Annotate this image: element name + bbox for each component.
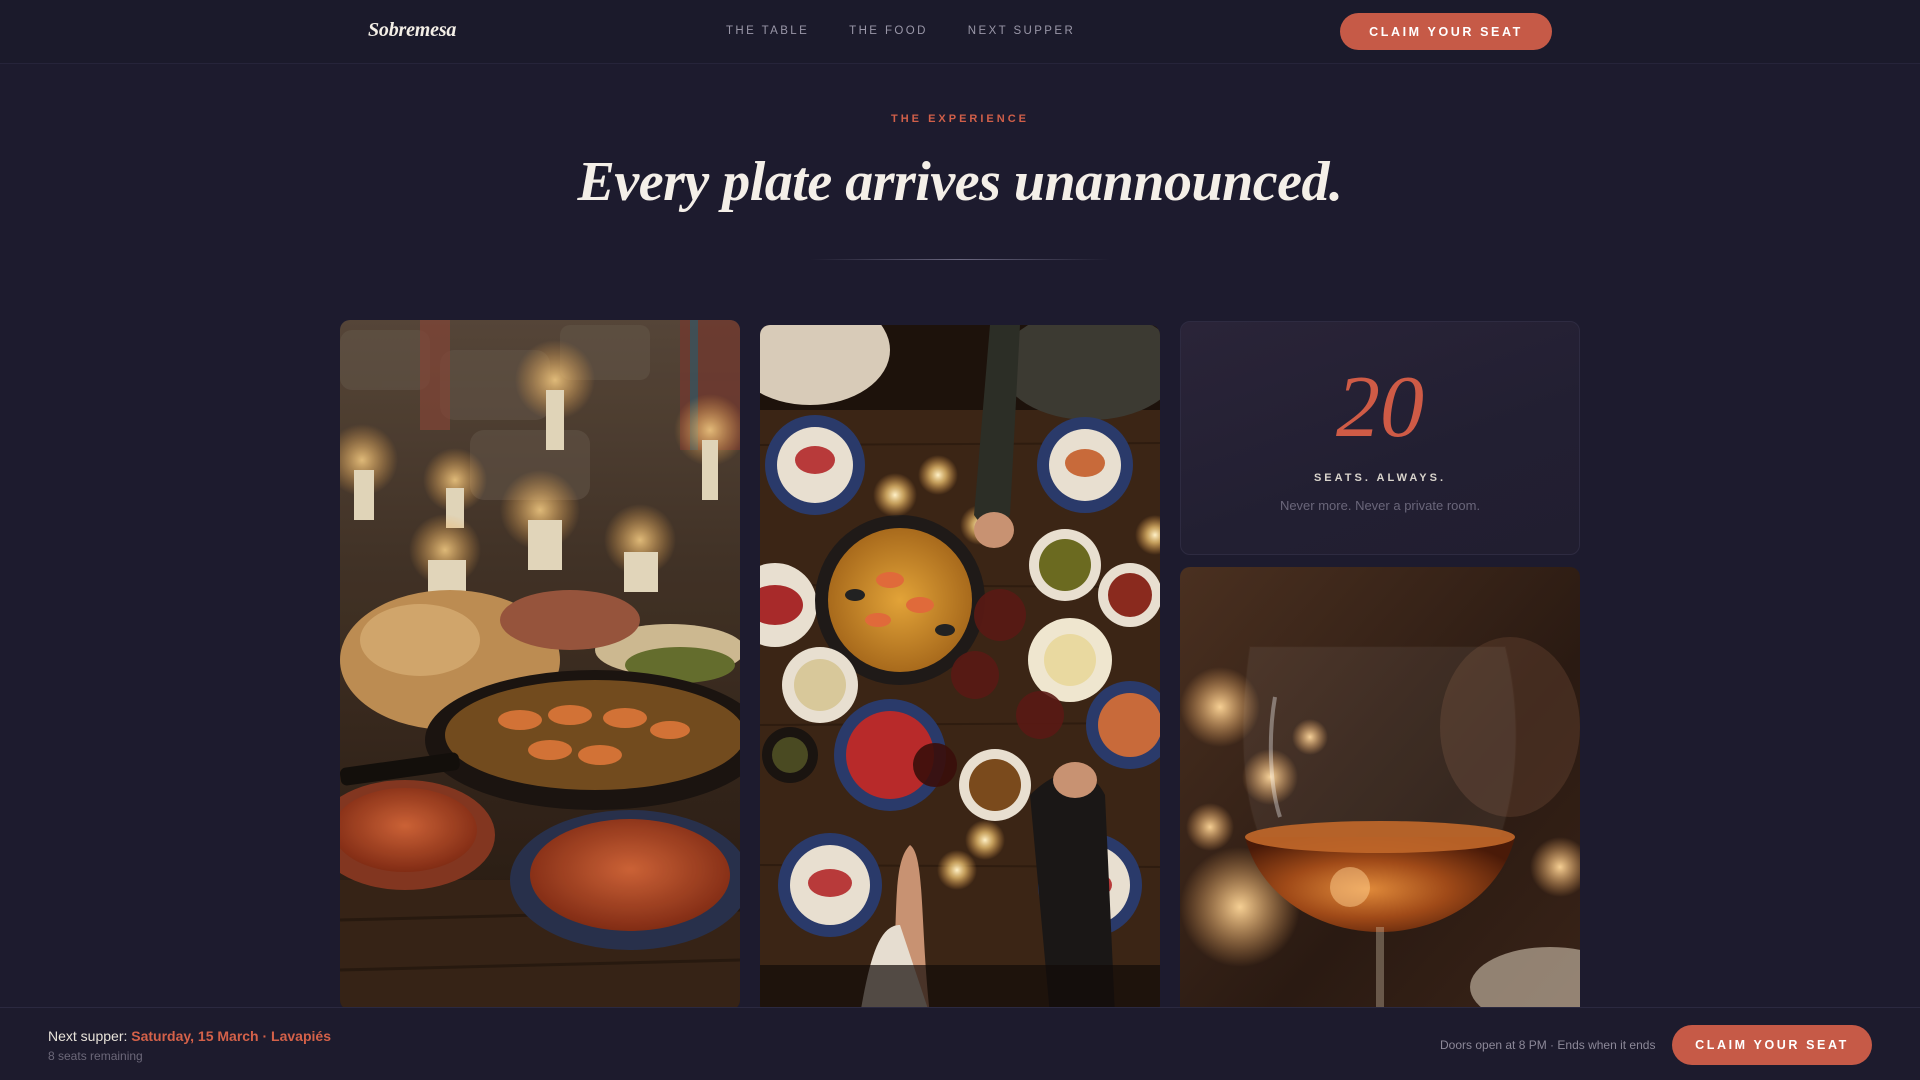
overhead-feast-photo — [760, 325, 1160, 1015]
next-supper-prefix: Next supper: — [48, 1028, 132, 1044]
sticky-claim-seat-button[interactable]: CLAIM YOUR SEAT — [1672, 1025, 1872, 1065]
seats-count: 20 — [1336, 359, 1424, 456]
sticky-booking-bar: Next supper: Saturday, 15 March · Lavapi… — [0, 1007, 1920, 1080]
next-supper-date: Saturday, 15 March · Lavapiés — [131, 1028, 331, 1044]
nav-link-the-food[interactable]: THE FOOD — [849, 25, 928, 37]
doors-note: Doors open at 8 PM · Ends when it ends — [1440, 1038, 1656, 1052]
claim-seat-button[interactable]: CLAIM YOUR SEAT — [1340, 13, 1552, 50]
tapas-table-photo — [340, 320, 740, 1010]
seats-remaining: 8 seats remaining — [48, 1049, 143, 1063]
section-eyebrow: THE EXPERIENCE — [891, 113, 1029, 125]
nav-link-the-table[interactable]: THE TABLE — [726, 25, 809, 37]
seats-sublabel: Never more. Never a private room. — [1279, 498, 1481, 513]
wine-glass-photo — [1180, 567, 1580, 1027]
seats-stat-card: 20 SEATS. ALWAYS. Never more. Never a pr… — [1180, 321, 1580, 555]
next-supper-info: Next supper: Saturday, 15 March · Lavapi… — [48, 1028, 331, 1044]
nav-link-next-supper[interactable]: NEXT SUPPER — [968, 25, 1075, 37]
brand-logo[interactable]: Sobremesa — [368, 19, 456, 42]
seats-label: SEATS. ALWAYS. — [1313, 472, 1447, 484]
page-title: Every plate arrives unannounced. — [577, 151, 1343, 213]
nav-links: THE TABLE THE FOOD NEXT SUPPER — [726, 25, 1075, 37]
top-nav: Sobremesa THE TABLE THE FOOD NEXT SUPPER… — [0, 0, 1920, 64]
divider — [810, 259, 1110, 260]
